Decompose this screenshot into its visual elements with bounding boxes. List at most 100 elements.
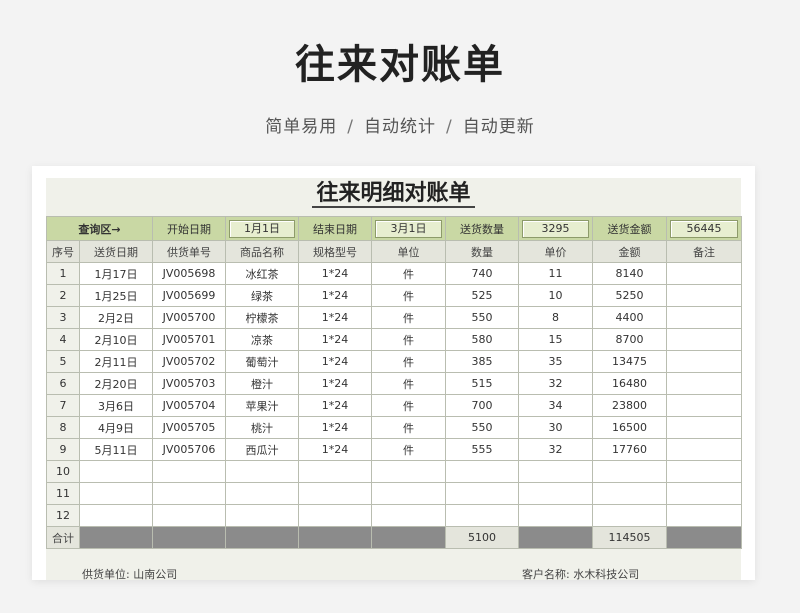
table-cell[interactable]: 1*24 — [298, 416, 372, 439]
row-number[interactable]: 2 — [46, 284, 80, 307]
table-cell[interactable]: 515 — [445, 372, 519, 395]
table-cell[interactable]: 5250 — [592, 284, 667, 307]
table-cell[interactable] — [666, 350, 742, 373]
table-cell[interactable] — [225, 504, 299, 527]
table-cell[interactable] — [79, 504, 153, 527]
row-number[interactable]: 10 — [46, 460, 80, 483]
table-cell[interactable] — [666, 504, 742, 527]
table-cell[interactable]: 1*24 — [298, 284, 372, 307]
table-cell[interactable]: 件 — [371, 416, 446, 439]
table-cell[interactable]: 1*24 — [298, 350, 372, 373]
table-cell[interactable]: 桃汁 — [225, 416, 299, 439]
table-cell[interactable] — [152, 460, 226, 483]
row-number[interactable]: 6 — [46, 372, 80, 395]
table-cell[interactable]: JV005698 — [152, 262, 226, 285]
table-cell[interactable] — [225, 482, 299, 505]
table-cell[interactable]: JV005700 — [152, 306, 226, 329]
table-cell[interactable]: 580 — [445, 328, 519, 351]
start-date-input[interactable]: 1月1日 — [229, 219, 295, 238]
table-cell[interactable] — [152, 504, 226, 527]
table-cell[interactable]: 525 — [445, 284, 519, 307]
table-cell[interactable]: 1*24 — [298, 394, 372, 417]
table-cell[interactable]: JV005699 — [152, 284, 226, 307]
table-cell[interactable] — [445, 460, 519, 483]
table-cell[interactable] — [79, 482, 153, 505]
column-header[interactable]: 供货单号 — [152, 240, 226, 263]
table-cell[interactable] — [225, 460, 299, 483]
table-cell[interactable]: 件 — [371, 284, 446, 307]
row-number[interactable]: 3 — [46, 306, 80, 329]
column-header[interactable]: 商品名称 — [225, 240, 299, 263]
column-header[interactable]: 规格型号 — [298, 240, 372, 263]
total-label[interactable]: 合计 — [46, 526, 80, 549]
column-header[interactable]: 序号 — [46, 240, 80, 263]
table-cell[interactable]: JV005706 — [152, 438, 226, 461]
amount-value[interactable]: 56445 — [670, 219, 738, 238]
table-cell[interactable]: 苹果汁 — [225, 394, 299, 417]
table-cell[interactable]: 绿茶 — [225, 284, 299, 307]
table-cell[interactable] — [666, 394, 742, 417]
column-header[interactable]: 数量 — [445, 240, 519, 263]
row-number[interactable]: 1 — [46, 262, 80, 285]
table-cell[interactable]: 35 — [518, 350, 593, 373]
row-number[interactable]: 5 — [46, 350, 80, 373]
table-cell[interactable] — [518, 504, 593, 527]
table-cell[interactable]: 冰红茶 — [225, 262, 299, 285]
table-cell[interactable]: 4400 — [592, 306, 667, 329]
table-cell[interactable]: 10 — [518, 284, 593, 307]
table-cell[interactable]: 16480 — [592, 372, 667, 395]
end-date-input[interactable]: 3月1日 — [375, 219, 442, 238]
table-cell[interactable]: 件 — [371, 262, 446, 285]
table-cell[interactable] — [666, 306, 742, 329]
table-cell[interactable]: 32 — [518, 438, 593, 461]
table-cell[interactable]: 740 — [445, 262, 519, 285]
table-cell[interactable] — [445, 504, 519, 527]
table-cell[interactable] — [666, 372, 742, 395]
table-cell[interactable]: JV005702 — [152, 350, 226, 373]
table-cell[interactable]: 5月11日 — [79, 438, 153, 461]
table-cell[interactable]: 件 — [371, 372, 446, 395]
table-cell[interactable]: 8700 — [592, 328, 667, 351]
table-cell[interactable]: 1月17日 — [79, 262, 153, 285]
total-empty-cell[interactable] — [371, 526, 446, 549]
table-cell[interactable] — [371, 504, 446, 527]
table-cell[interactable]: JV005701 — [152, 328, 226, 351]
table-cell[interactable]: 1*24 — [298, 306, 372, 329]
column-header[interactable]: 送货日期 — [79, 240, 153, 263]
table-cell[interactable]: JV005704 — [152, 394, 226, 417]
table-cell[interactable]: 700 — [445, 394, 519, 417]
table-cell[interactable]: 件 — [371, 394, 446, 417]
table-cell[interactable]: 凉茶 — [225, 328, 299, 351]
start-date-cell[interactable]: 1月1日 — [225, 216, 299, 241]
table-cell[interactable]: JV005703 — [152, 372, 226, 395]
total-empty-cell[interactable] — [225, 526, 299, 549]
table-cell[interactable]: 550 — [445, 306, 519, 329]
table-cell[interactable]: 34 — [518, 394, 593, 417]
row-number[interactable]: 9 — [46, 438, 80, 461]
table-cell[interactable]: 2月11日 — [79, 350, 153, 373]
row-number[interactable]: 7 — [46, 394, 80, 417]
total-qty[interactable]: 5100 — [445, 526, 519, 549]
table-cell[interactable]: 件 — [371, 328, 446, 351]
table-cell[interactable] — [666, 438, 742, 461]
qty-value[interactable]: 3295 — [522, 219, 589, 238]
table-cell[interactable]: 15 — [518, 328, 593, 351]
total-empty-cell[interactable] — [79, 526, 153, 549]
table-cell[interactable]: 13475 — [592, 350, 667, 373]
table-cell[interactable] — [666, 460, 742, 483]
column-header[interactable]: 单位 — [371, 240, 446, 263]
table-cell[interactable]: 1*24 — [298, 262, 372, 285]
table-cell[interactable] — [298, 482, 372, 505]
row-number[interactable]: 12 — [46, 504, 80, 527]
table-cell[interactable]: 件 — [371, 306, 446, 329]
table-cell[interactable]: 17760 — [592, 438, 667, 461]
table-cell[interactable]: 30 — [518, 416, 593, 439]
table-cell[interactable]: 葡萄汁 — [225, 350, 299, 373]
total-empty-cell[interactable] — [298, 526, 372, 549]
table-cell[interactable] — [298, 460, 372, 483]
row-number[interactable]: 8 — [46, 416, 80, 439]
total-empty-cell[interactable] — [518, 526, 593, 549]
table-cell[interactable]: 23800 — [592, 394, 667, 417]
table-cell[interactable] — [666, 284, 742, 307]
table-cell[interactable] — [592, 482, 667, 505]
